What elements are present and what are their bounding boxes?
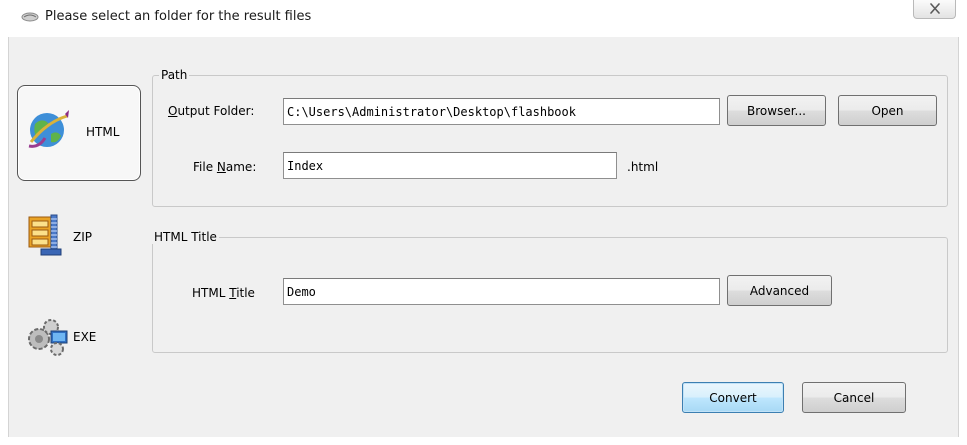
title-bar: Please select an folder for the result f… xyxy=(0,0,967,37)
path-group-legend: Path xyxy=(159,68,190,82)
convert-button[interactable]: Convert xyxy=(682,382,784,413)
nav-item-html[interactable]: HTML xyxy=(17,85,141,181)
nav-label-html: HTML xyxy=(86,125,120,139)
app-icon xyxy=(21,12,39,22)
path-group: Path xyxy=(152,68,948,207)
close-icon xyxy=(930,3,940,14)
zip-archive-icon xyxy=(28,214,62,256)
globe-icon xyxy=(28,110,69,148)
file-name-input[interactable] xyxy=(283,152,617,179)
output-folder-input[interactable] xyxy=(283,98,720,125)
open-button[interactable]: Open xyxy=(838,95,937,126)
close-button[interactable] xyxy=(913,0,956,19)
html-title-input[interactable] xyxy=(283,278,720,305)
nav-label-zip: ZIP xyxy=(73,230,92,244)
window-border xyxy=(0,37,8,445)
exe-gears-icon xyxy=(28,319,68,356)
browser-button[interactable]: Browser... xyxy=(727,95,826,126)
file-extension-label: .html xyxy=(627,160,659,174)
file-name-label: File Name: xyxy=(193,160,257,174)
advanced-button[interactable]: Advanced xyxy=(727,275,832,306)
html-title-group-legend: HTML Title xyxy=(152,230,219,244)
nav-item-exe[interactable]: EXE xyxy=(17,309,141,365)
nav-item-zip[interactable]: ZIP xyxy=(17,209,141,265)
html-title-label: HTML Title xyxy=(192,286,255,300)
window-title: Please select an folder for the result f… xyxy=(45,9,312,24)
nav-label-exe: EXE xyxy=(73,330,97,344)
dialog-body: HTML ZIP EXE Path Output Folder: B xyxy=(8,37,959,437)
cancel-button[interactable]: Cancel xyxy=(802,382,906,413)
output-folder-label: Output Folder: xyxy=(168,104,255,118)
